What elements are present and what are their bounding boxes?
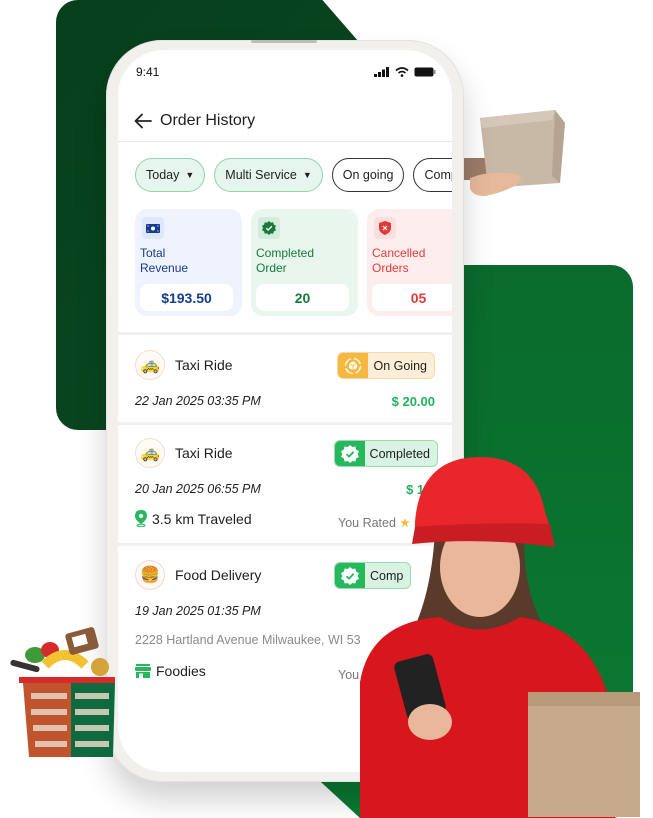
package-hand-illustration xyxy=(460,110,565,196)
order-service-name: Taxi Ride xyxy=(175,357,233,373)
filter-chip-completed[interactable]: Comple xyxy=(413,158,452,192)
stat-value: 05 xyxy=(372,284,452,311)
location-pin-icon xyxy=(135,510,147,527)
status-time: 9:41 xyxy=(136,65,160,79)
order-date: 22 Jan 2025 03:35 PM xyxy=(135,394,261,408)
cash-icon xyxy=(142,217,164,239)
ongoing-box-icon xyxy=(338,353,369,378)
order-store: Foodies xyxy=(135,663,206,679)
stat-value: $193.50 xyxy=(140,284,233,311)
stat-label-line1: Cancelled xyxy=(372,246,426,260)
status-badge-ongoing: On Going xyxy=(337,352,435,379)
order-address: 2228 Hartland Avenue Milwaukee, WI 53 xyxy=(135,633,361,647)
stat-card-total-revenue[interactable]: Total Revenue $193.50 xyxy=(135,209,242,316)
stat-label: Completed Order xyxy=(256,246,353,276)
stat-label-line2: Revenue xyxy=(140,261,189,275)
app-header: Order History xyxy=(118,100,452,142)
stat-card-cancelled-orders[interactable]: Cancelled Orders 05 xyxy=(367,209,452,316)
taxi-icon: 🚕 xyxy=(135,438,165,468)
stat-label: Cancelled Orders xyxy=(372,246,452,276)
battery-icon xyxy=(414,67,436,77)
wifi-icon xyxy=(395,67,409,77)
burger-icon: 🍔 xyxy=(135,560,165,590)
order-list-item[interactable]: 🚕 Taxi Ride On Going 22 Jan 2025 03:35 P… xyxy=(118,350,452,422)
filter-chip-on-going[interactable]: On going xyxy=(331,158,405,192)
caret-down-icon: ▼ xyxy=(302,170,312,180)
chip-label: Multi Service xyxy=(225,168,297,182)
order-date: 19 Jan 2025 01:35 PM xyxy=(135,604,261,618)
filter-chip-multi-service[interactable]: Multi Service ▼ xyxy=(214,158,323,192)
phone-top-edge xyxy=(251,40,317,43)
order-service-name: Food Delivery xyxy=(175,567,262,583)
shield-x-icon xyxy=(374,217,396,239)
grocery-basket-illustration xyxy=(10,627,115,757)
order-distance: 3.5 km Traveled xyxy=(135,510,252,527)
filter-chips: Today ▼ Multi Service ▼ On going Comple xyxy=(135,158,452,192)
you-rated-label: You xyxy=(338,668,359,682)
stat-label: Total Revenue xyxy=(140,246,237,276)
order-header: 🚕 Taxi Ride xyxy=(135,438,233,468)
order-header: 🚕 Taxi Ride xyxy=(135,350,233,380)
order-service-name: Taxi Ride xyxy=(175,445,233,461)
stats-cards: Total Revenue $193.50 Completed Order 20 xyxy=(135,209,452,316)
delivery-courier-illustration xyxy=(360,457,640,818)
status-icons xyxy=(374,67,436,77)
rated-text: You xyxy=(338,668,360,682)
status-label: On Going xyxy=(373,358,427,373)
order-price: $ 20.00 xyxy=(391,394,435,409)
caret-down-icon: ▼ xyxy=(185,170,195,180)
arrow-left-icon[interactable] xyxy=(134,113,152,129)
stat-label-line2: Order xyxy=(256,261,287,275)
order-header: 🍔 Food Delivery xyxy=(135,560,261,590)
stat-value: 20 xyxy=(256,284,349,311)
store-icon xyxy=(135,664,151,678)
chip-label: Today xyxy=(146,168,180,182)
chip-label: On going xyxy=(342,168,394,182)
taxi-icon: 🚕 xyxy=(135,350,165,380)
stat-label-line1: Total xyxy=(140,246,166,260)
status-bar: 9:41 xyxy=(136,62,436,82)
store-name: Foodies xyxy=(156,663,206,679)
stat-label-line1: Completed xyxy=(256,246,315,260)
stat-card-completed-order[interactable]: Completed Order 20 xyxy=(251,209,358,316)
chip-label: Comple xyxy=(424,168,452,182)
signal-icon xyxy=(374,67,389,77)
stat-label-line2: Orders xyxy=(372,261,409,275)
page-title: Order History xyxy=(160,111,256,129)
verified-badge-icon xyxy=(258,217,280,239)
divider xyxy=(118,332,452,335)
divider xyxy=(118,422,452,425)
distance-text: 3.5 km Traveled xyxy=(152,510,252,527)
filter-chip-today[interactable]: Today ▼ xyxy=(135,158,206,192)
order-date: 20 Jan 2025 06:55 PM xyxy=(135,482,261,496)
